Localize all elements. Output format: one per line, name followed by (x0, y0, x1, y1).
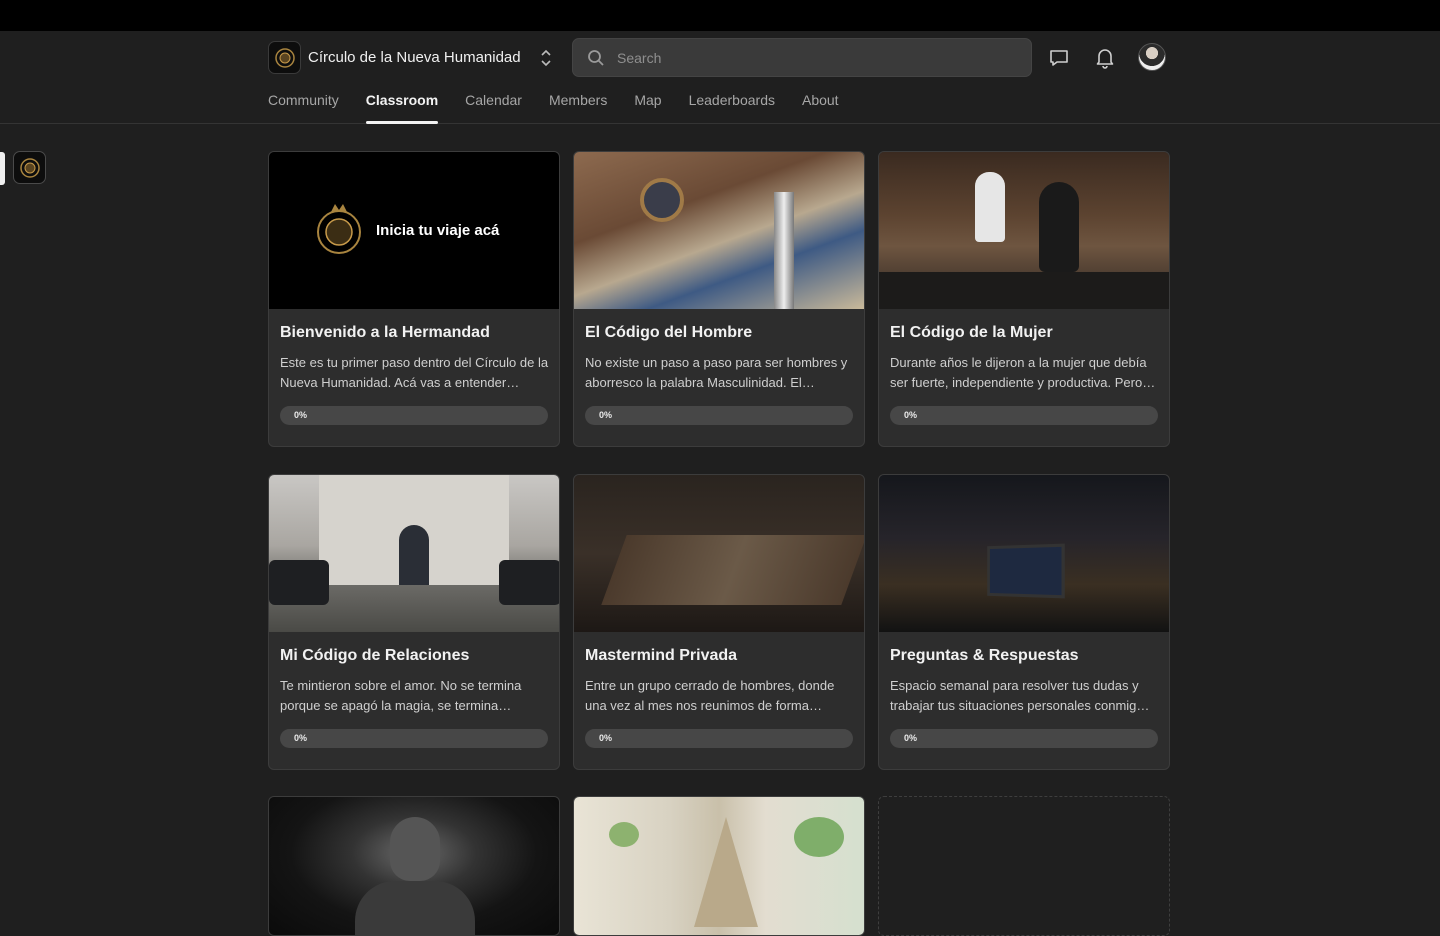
tab-classroom[interactable]: Classroom (365, 89, 439, 124)
tab-calendar[interactable]: Calendar (465, 89, 522, 124)
community-logo (268, 41, 301, 74)
crest-icon (19, 157, 40, 178)
course-card[interactable]: Mastermind Privada Entre un grupo cerrad… (573, 474, 865, 770)
community-name: Círculo de la Nueva Humanidad (308, 49, 521, 66)
course-description: No existe un paso a paso para ser hombre… (585, 355, 848, 390)
tab-community[interactable]: Community (268, 89, 339, 124)
course-card[interactable]: Mi Código de Relaciones Te mintieron sob… (268, 474, 560, 770)
progress-label: 0% (599, 733, 613, 743)
user-avatar[interactable] (1138, 43, 1166, 71)
course-cover-image (269, 475, 559, 632)
course-title: Preguntas & Respuestas (890, 647, 1079, 664)
search-icon (588, 49, 604, 66)
progress-label: 0% (294, 733, 308, 743)
course-description: Este es tu primer paso dentro del Círcul… (280, 355, 549, 390)
progress-bar: 0% (585, 406, 853, 425)
course-card[interactable]: Preguntas & Respuestas Espacio semanal p… (878, 474, 1170, 770)
course-description: Espacio semanal para resolver tus dudas … (890, 678, 1150, 713)
crest-icon (274, 47, 295, 68)
sidebar-active-marker (0, 152, 5, 185)
empty-card-placeholder (878, 796, 1170, 936)
progress-bar: 0% (280, 729, 548, 748)
crest-icon (317, 204, 361, 254)
course-card[interactable] (268, 796, 560, 936)
course-cover-image (269, 797, 559, 935)
progress-bar: 0% (890, 406, 1158, 425)
search-bar[interactable] (572, 38, 1032, 77)
progress-label: 0% (904, 410, 918, 420)
tab-leaderboards[interactable]: Leaderboards (689, 89, 775, 124)
course-title: Bienvenido a la Hermandad (280, 324, 490, 341)
course-card[interactable]: El Código del Hombre No existe un paso a… (573, 151, 865, 447)
progress-bar: 0% (585, 729, 853, 748)
tab-about[interactable]: About (802, 89, 839, 124)
course-cover-image (879, 475, 1169, 632)
course-card[interactable] (573, 796, 865, 936)
chevron-up-down-icon[interactable] (539, 48, 553, 68)
progress-label: 0% (294, 410, 308, 420)
course-title: El Código del Hombre (585, 324, 753, 341)
course-card[interactable]: Inicia tu viaje acá Bienvenido a la Herm… (268, 151, 560, 447)
progress-bar: 0% (280, 406, 548, 425)
course-description: Durante años le dijeron a la mujer que d… (890, 355, 1156, 390)
tab-map[interactable]: Map (634, 89, 661, 124)
header: Círculo de la Nueva Humanidad Community … (0, 31, 1440, 124)
progress-label: 0% (904, 733, 918, 743)
course-cover-image (574, 797, 864, 935)
course-cover-image (574, 475, 864, 632)
course-card[interactable]: El Código de la Mujer Durante años le di… (878, 151, 1170, 447)
tab-members[interactable]: Members (549, 89, 607, 124)
search-input[interactable] (617, 49, 997, 66)
progress-bar: 0% (890, 729, 1158, 748)
course-cover-image (879, 152, 1169, 309)
chat-icon[interactable] (1048, 47, 1070, 69)
course-description: Entre un grupo cerrado de hombres, donde… (585, 678, 835, 713)
window-top-bar (0, 0, 1440, 31)
community-switcher[interactable]: Círculo de la Nueva Humanidad (268, 41, 553, 74)
course-title: Mi Código de Relaciones (280, 647, 470, 664)
bell-icon[interactable] (1094, 47, 1116, 69)
progress-label: 0% (599, 410, 613, 420)
nav-tabs: Community Classroom Calendar Members Map… (268, 89, 866, 124)
course-cover-image (574, 152, 864, 309)
course-title: Mastermind Privada (585, 647, 738, 664)
course-description: Te mintieron sobre el amor. No se termin… (280, 678, 522, 713)
sidebar-community-logo[interactable] (13, 151, 46, 184)
course-cover-image: Inicia tu viaje acá (269, 152, 559, 309)
cover-text: Inicia tu viaje acá (376, 222, 500, 239)
course-title: El Código de la Mujer (890, 324, 1053, 341)
